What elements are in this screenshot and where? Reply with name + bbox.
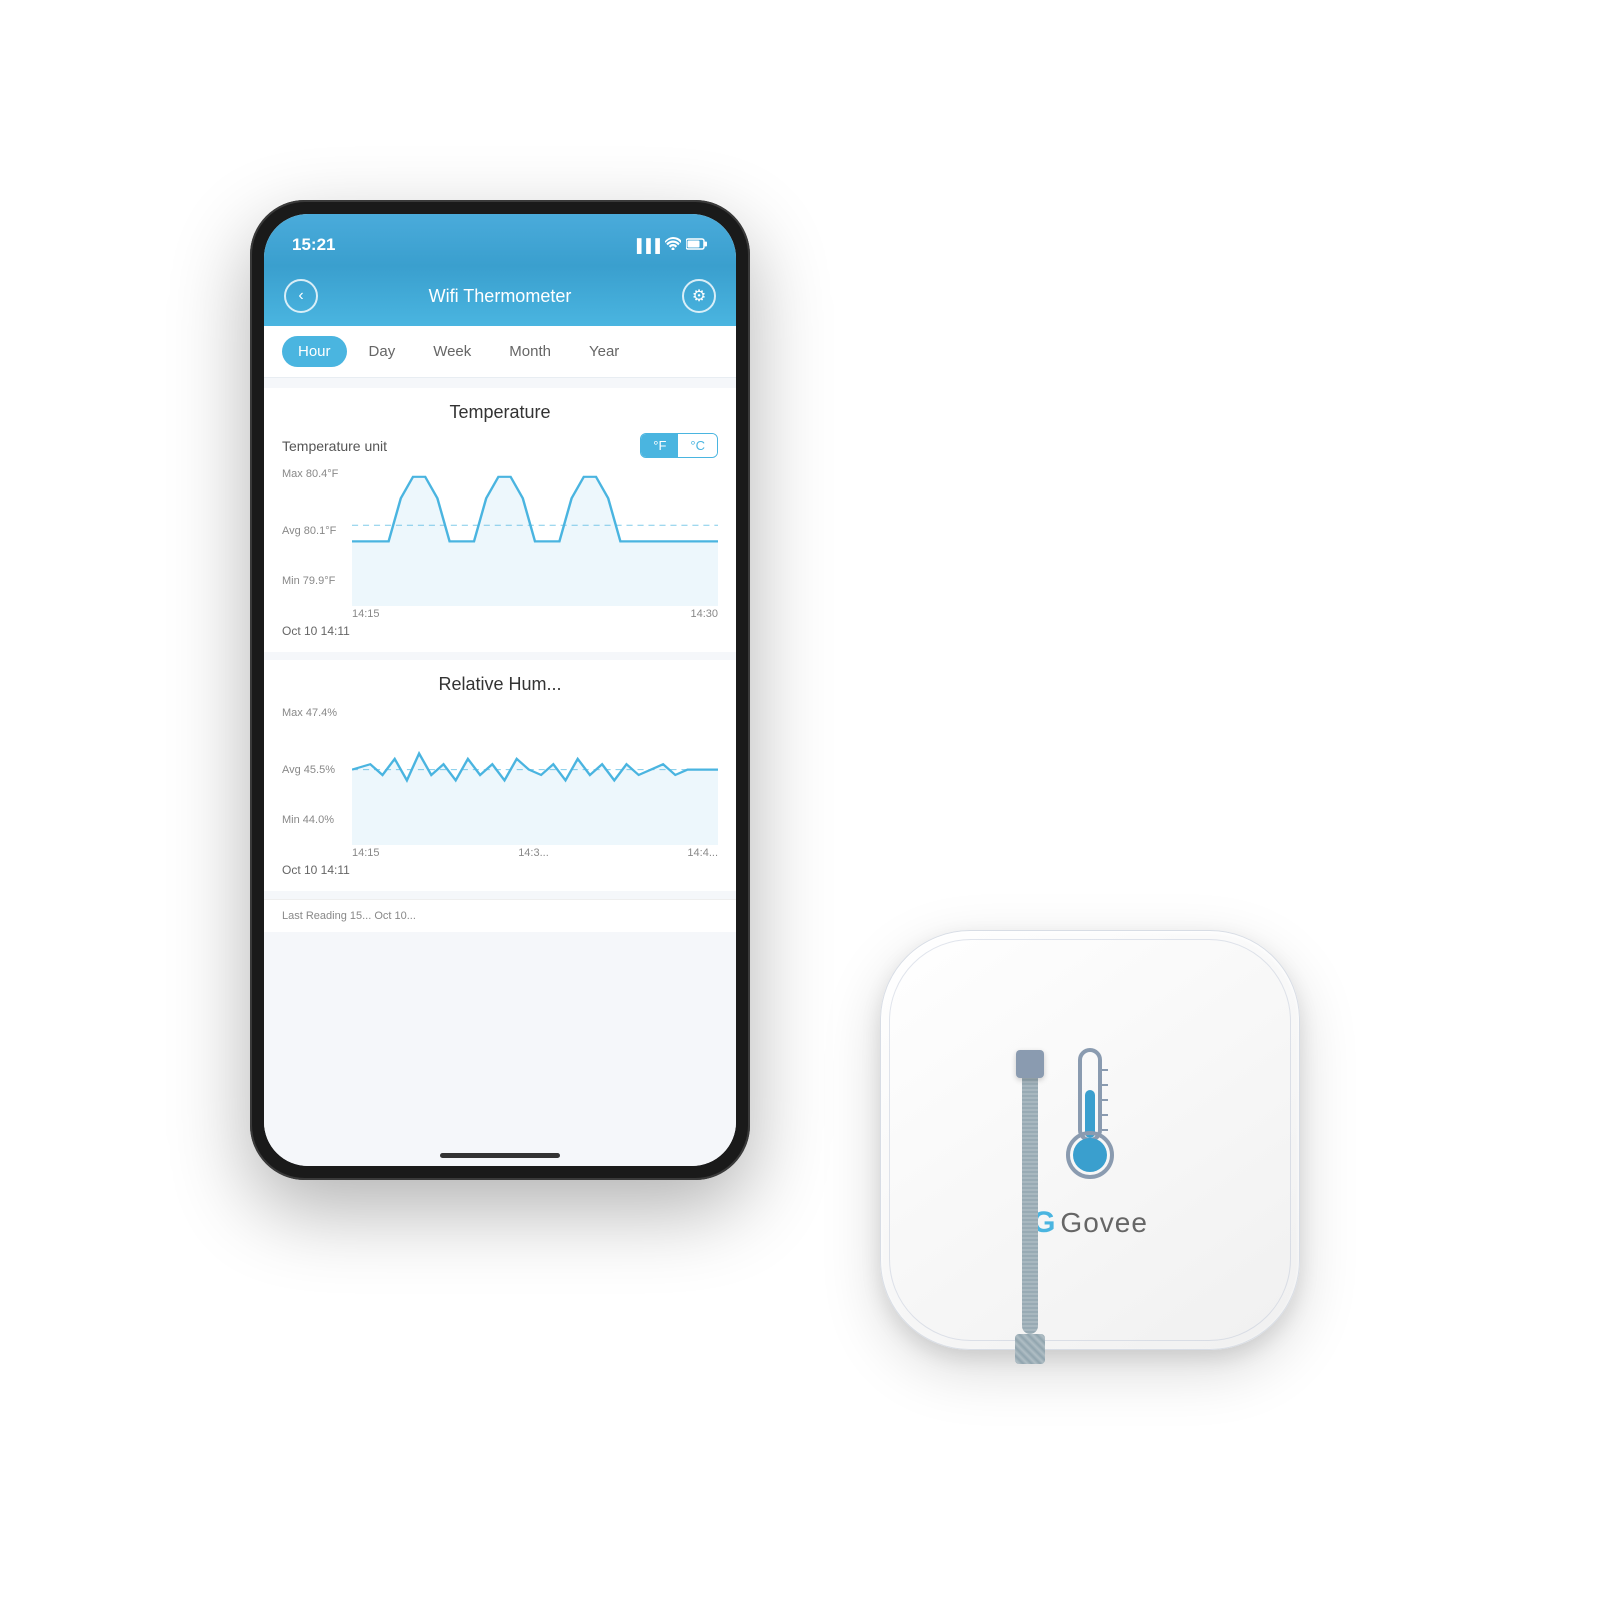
back-button[interactable]: ‹ bbox=[284, 279, 318, 313]
humidity-title: Relative Hum... bbox=[282, 674, 718, 695]
tab-month[interactable]: Month bbox=[493, 336, 567, 367]
header-title: Wifi Thermometer bbox=[429, 286, 572, 307]
battery-icon bbox=[686, 238, 708, 253]
strap-end bbox=[1015, 1334, 1045, 1364]
last-reading-bar: Last Reading 15... Oct 10... bbox=[264, 899, 736, 932]
status-time: 15:21 bbox=[292, 235, 335, 255]
humidity-x-labels: 14:15 14:3... 14:4... bbox=[282, 847, 718, 859]
temp-max-label: Max 80.4°F bbox=[282, 468, 338, 480]
strap-cord bbox=[1022, 1054, 1038, 1334]
humidity-x-label-2: 14:3... bbox=[518, 847, 549, 859]
signal-icon: ▐▐▐ bbox=[632, 238, 660, 253]
temperature-title: Temperature bbox=[282, 402, 718, 423]
gear-icon: ⚙ bbox=[692, 286, 706, 306]
fahrenheit-button[interactable]: °F bbox=[641, 434, 678, 457]
humidity-max-label: Max 47.4% bbox=[282, 707, 337, 719]
strap-knot bbox=[1016, 1050, 1044, 1078]
tab-day[interactable]: Day bbox=[353, 336, 412, 367]
govee-device: G Govee bbox=[880, 930, 1330, 1380]
humidity-section: Relative Hum... Max 47.4% Avg 45.5% Min … bbox=[264, 660, 736, 891]
wifi-icon bbox=[665, 237, 681, 253]
humidity-x-label-3: 14:4... bbox=[687, 847, 718, 859]
temp-avg-label: Avg 80.1°F bbox=[282, 525, 336, 537]
tab-week[interactable]: Week bbox=[417, 336, 487, 367]
scene: 15:21 ▐▐▐ bbox=[250, 200, 1350, 1400]
humidity-avg-label: Avg 45.5% bbox=[282, 764, 335, 776]
home-indicator bbox=[440, 1153, 560, 1158]
temperature-chart-svg bbox=[352, 466, 718, 606]
strap bbox=[990, 1050, 1070, 1370]
settings-button[interactable]: ⚙ bbox=[682, 279, 716, 313]
humidity-chart: Max 47.4% Avg 45.5% Min 44.0% bbox=[282, 705, 718, 845]
unit-toggle: °F °C bbox=[640, 433, 718, 458]
humidity-chart-svg bbox=[352, 705, 718, 845]
humidity-reading-date: Oct 10 14:11 bbox=[282, 863, 718, 877]
phone: 15:21 ▐▐▐ bbox=[250, 200, 750, 1180]
brand-name: Govee bbox=[1060, 1207, 1148, 1239]
device-body: G Govee bbox=[880, 930, 1300, 1350]
temp-min-label: Min 79.9°F bbox=[282, 575, 335, 587]
header-bar: ‹ Wifi Thermometer ⚙ bbox=[264, 266, 736, 326]
celsius-button[interactable]: °C bbox=[678, 434, 717, 457]
tab-year[interactable]: Year bbox=[573, 336, 635, 367]
temperature-section: Temperature Temperature unit °F °C Max 8… bbox=[264, 388, 736, 652]
back-icon: ‹ bbox=[298, 287, 303, 305]
temp-x-label-1: 14:15 bbox=[352, 608, 380, 620]
humidity-min-label: Min 44.0% bbox=[282, 814, 334, 826]
unit-row: Temperature unit °F °C bbox=[282, 433, 718, 458]
temp-x-label-2: 14:30 bbox=[690, 608, 718, 620]
status-icons: ▐▐▐ bbox=[632, 237, 708, 253]
status-bar: 15:21 ▐▐▐ bbox=[264, 214, 736, 266]
temp-reading-date: Oct 10 14:11 bbox=[282, 624, 718, 638]
tab-hour[interactable]: Hour bbox=[282, 336, 347, 367]
screen-content: Temperature Temperature unit °F °C Max 8… bbox=[264, 378, 736, 1166]
unit-label: Temperature unit bbox=[282, 438, 387, 454]
phone-screen: 15:21 ▐▐▐ bbox=[264, 214, 736, 1166]
temperature-chart: Max 80.4°F Avg 80.1°F Min 79.9°F bbox=[282, 466, 718, 606]
humidity-x-label-1: 14:15 bbox=[352, 847, 380, 859]
temp-x-labels: 14:15 14:30 bbox=[282, 608, 718, 620]
tab-bar: Hour Day Week Month Year bbox=[264, 326, 736, 378]
last-reading-text: Last Reading 15... Oct 10... bbox=[282, 910, 416, 922]
